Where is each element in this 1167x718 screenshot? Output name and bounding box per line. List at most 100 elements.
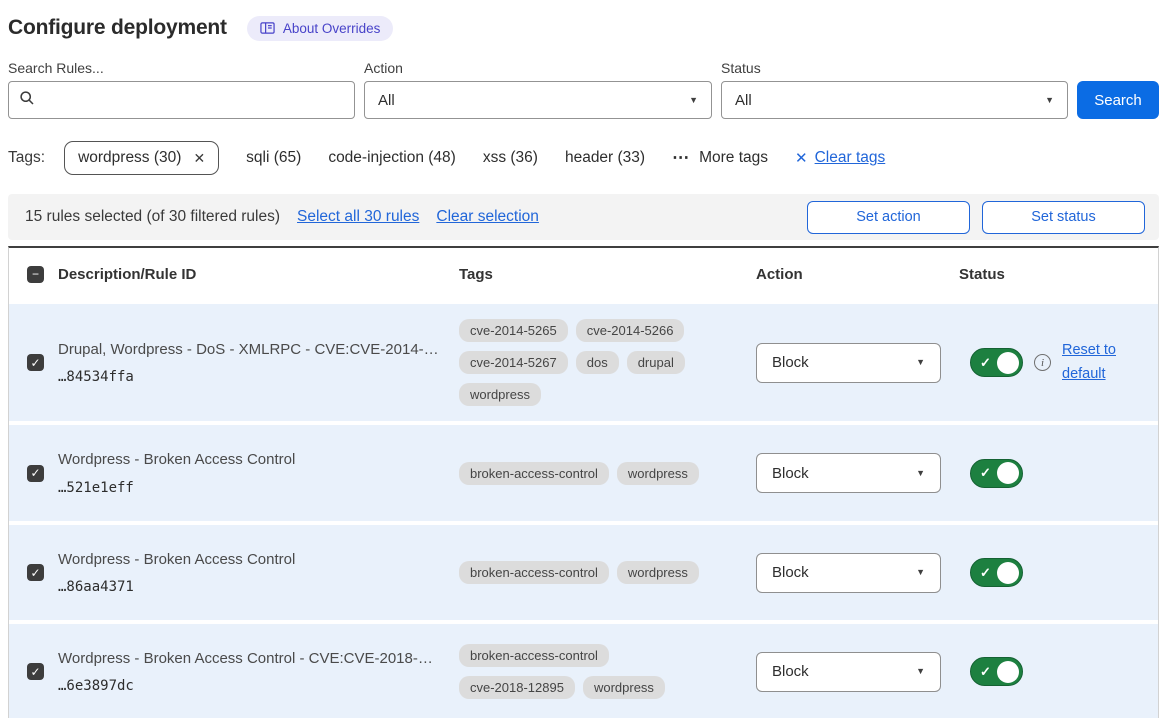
toggle-check-icon: ✓ (980, 355, 991, 371)
rule-action-value: Block (772, 663, 809, 680)
more-tags-label: More tags (699, 149, 768, 167)
rule-tag: broken-access-control (459, 644, 609, 667)
rule-tag: cve-2014-5265 (459, 319, 568, 342)
table-row: ✓ Wordpress - Broken Access Control …521… (9, 425, 1158, 521)
check-icon: ✓ (30, 666, 40, 678)
chevron-down-icon: ▼ (916, 667, 925, 676)
row-checkbox[interactable]: ✓ (27, 465, 44, 482)
status-filter-field: Status All ▼ (721, 60, 1068, 119)
rule-tag: wordpress (617, 561, 699, 584)
select-all-checkbox[interactable]: − (27, 266, 44, 283)
remove-tag-icon[interactable]: ✕ (193, 150, 205, 167)
rule-action-cell: Block ▼ (756, 343, 959, 383)
tag-filter-sqli[interactable]: sqli (65) (246, 149, 301, 167)
selection-bar: 15 rules selected (of 30 filtered rules)… (8, 194, 1159, 240)
rule-tag: broken-access-control (459, 462, 609, 485)
rule-action-cell: Block ▼ (756, 553, 959, 593)
status-toggle[interactable]: ✓ (970, 348, 1023, 377)
check-icon: ✓ (30, 357, 40, 369)
rule-action-select[interactable]: Block ▼ (756, 652, 941, 692)
rule-tag: cve-2014-5266 (576, 319, 685, 342)
page-title: Configure deployment (8, 16, 227, 40)
search-input[interactable] (43, 92, 344, 109)
row-checkbox[interactable]: ✓ (27, 663, 44, 680)
rule-status-cell: ✓ (959, 558, 1158, 587)
rule-action-select[interactable]: Block ▼ (756, 553, 941, 593)
select-all-link[interactable]: Select all 30 rules (297, 208, 419, 226)
table-row: ✓ Drupal, Wordpress - DoS - XMLRPC - CVE… (9, 304, 1158, 421)
clear-selection-link[interactable]: Clear selection (436, 208, 539, 226)
reset-to-default-link[interactable]: Reset to default (1062, 339, 1128, 385)
rule-action-select[interactable]: Block ▼ (756, 453, 941, 493)
set-status-button[interactable]: Set status (982, 201, 1145, 234)
info-icon[interactable]: i (1034, 354, 1051, 371)
table-row: ✓ Wordpress - Broken Access Control …86a… (9, 525, 1158, 620)
status-toggle[interactable]: ✓ (970, 657, 1023, 686)
more-tags-button[interactable]: ⋯ More tags (672, 148, 768, 168)
rule-id: …6e3897dc (58, 678, 459, 694)
action-filter-select[interactable]: All ▼ (364, 81, 712, 119)
rule-tag: cve-2018-12895 (459, 676, 575, 699)
selected-tag-label: wordpress (30) (78, 149, 181, 167)
toggle-knob (997, 352, 1019, 374)
rule-tag: dos (576, 351, 619, 374)
about-overrides-badge[interactable]: About Overrides (247, 16, 394, 41)
status-filter-select[interactable]: All ▼ (721, 81, 1068, 119)
tag-filter-header[interactable]: header (33) (565, 149, 645, 167)
rule-tag: wordpress (459, 383, 541, 406)
rule-tags-cell: broken-access-control wordpress (459, 462, 711, 485)
rule-description: Wordpress - Broken Access Control - CVE:… (58, 649, 459, 669)
row-checkbox[interactable]: ✓ (27, 354, 44, 371)
selection-summary: 15 rules selected (of 30 filtered rules) (25, 208, 280, 226)
book-icon (260, 21, 275, 35)
selected-tag-wordpress[interactable]: wordpress (30) ✕ (64, 141, 219, 175)
search-button[interactable]: Search (1077, 81, 1159, 119)
rule-id: …86aa4371 (58, 579, 459, 595)
chevron-down-icon: ▼ (1045, 96, 1054, 105)
close-icon: ✕ (795, 149, 808, 167)
clear-tags-label: Clear tags (815, 149, 886, 167)
toggle-check-icon: ✓ (980, 664, 991, 680)
rule-description: Drupal, Wordpress - DoS - XMLRPC - CVE:C… (58, 340, 459, 360)
rule-tags-cell: cve-2014-5265 cve-2014-5266 cve-2014-526… (459, 319, 711, 406)
column-header-tags: Tags (459, 266, 756, 283)
toggle-check-icon: ✓ (980, 465, 991, 481)
filter-bar: Search Rules... Action All ▼ Status (8, 60, 1159, 119)
rule-description-cell: Wordpress - Broken Access Control …521e1… (58, 450, 459, 495)
page-header: Configure deployment About Overrides (8, 12, 1159, 44)
row-checkbox-cell: ✓ (9, 465, 58, 482)
status-toggle[interactable]: ✓ (970, 558, 1023, 587)
rule-status-cell: ✓ (959, 459, 1158, 488)
tag-filter-xss[interactable]: xss (36) (483, 149, 538, 167)
check-icon: ✓ (30, 567, 40, 579)
tag-filter-code-injection[interactable]: code-injection (48) (328, 149, 456, 167)
clear-tags-link[interactable]: ✕ Clear tags (795, 149, 885, 167)
rule-action-value: Block (772, 564, 809, 581)
search-input-container (8, 81, 355, 119)
rule-action-value: Block (772, 354, 809, 371)
rule-description-cell: Wordpress - Broken Access Control - CVE:… (58, 649, 459, 694)
rule-action-cell: Block ▼ (756, 453, 959, 493)
rule-action-select[interactable]: Block ▼ (756, 343, 941, 383)
rule-action-value: Block (772, 465, 809, 482)
check-icon: ✓ (30, 467, 40, 479)
search-field: Search Rules... (8, 60, 355, 119)
toggle-knob (997, 462, 1019, 484)
rule-status-cell: ✓ (959, 657, 1158, 686)
column-header-action: Action (756, 266, 959, 283)
header-checkbox-cell: − (9, 266, 58, 283)
status-toggle[interactable]: ✓ (970, 459, 1023, 488)
search-label: Search Rules... (8, 60, 355, 76)
action-filter-field: Action All ▼ (364, 60, 712, 119)
rule-tag: drupal (627, 351, 685, 374)
row-checkbox-cell: ✓ (9, 564, 58, 581)
indeterminate-minus-icon: − (32, 268, 39, 280)
rule-id: …521e1eff (58, 480, 459, 496)
rule-description: Wordpress - Broken Access Control (58, 450, 459, 470)
configure-deployment-page: Configure deployment About Overrides Sea… (0, 0, 1167, 718)
rule-tag: broken-access-control (459, 561, 609, 584)
tags-bar: Tags: wordpress (30) ✕ sqli (65) code-in… (8, 139, 1159, 177)
set-action-button[interactable]: Set action (807, 201, 970, 234)
column-header-status: Status (959, 266, 1158, 283)
row-checkbox[interactable]: ✓ (27, 564, 44, 581)
